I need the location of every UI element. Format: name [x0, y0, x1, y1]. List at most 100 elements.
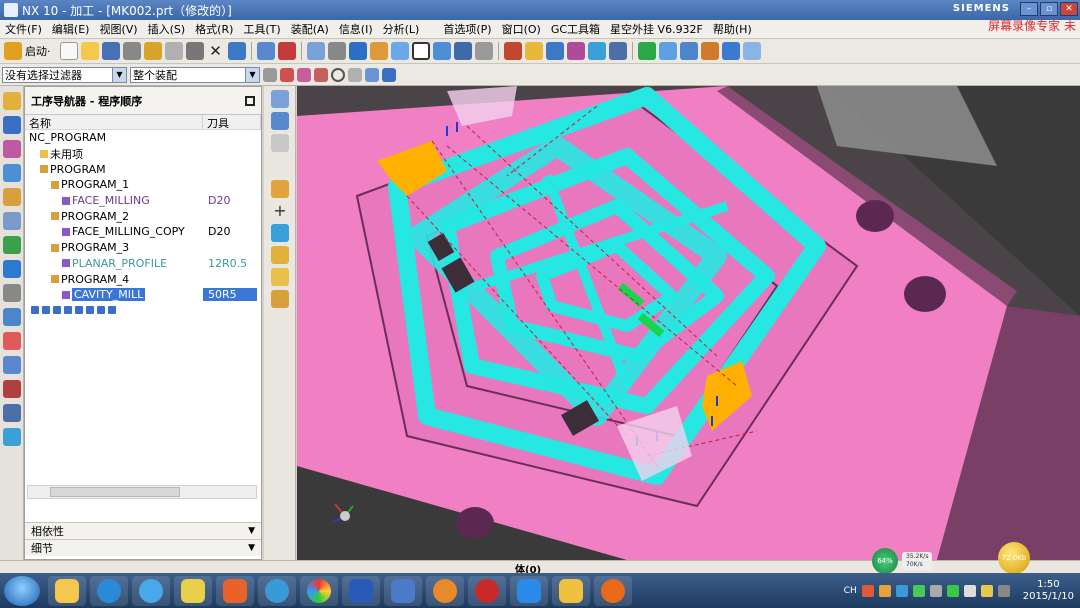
taskbar-app-word[interactable]: [342, 575, 380, 606]
simulate-icon[interactable]: [658, 42, 677, 60]
scrollbar-thumb[interactable]: [50, 487, 180, 497]
menu-edit[interactable]: 编辑(E): [47, 21, 95, 37]
tree-row[interactable]: FACE_MILLING D20: [25, 193, 261, 209]
mold-model[interactable]: [297, 86, 1080, 560]
quick-post-icon[interactable]: [86, 305, 94, 314]
touch-mode-icon[interactable]: [277, 42, 296, 60]
taskbar-app-folder[interactable]: [552, 575, 590, 606]
batch-icon[interactable]: [271, 290, 289, 308]
part-navigator-icon[interactable]: [3, 140, 21, 158]
midpoint-snap-icon[interactable]: [314, 67, 328, 82]
quick-generate-icon[interactable]: [42, 305, 50, 314]
wireframe-icon[interactable]: [411, 42, 430, 60]
column-name[interactable]: 名称: [25, 115, 203, 130]
taskbar-app-explorer[interactable]: [48, 575, 86, 606]
delete-icon[interactable]: ✕: [207, 42, 225, 60]
taskbar-app-colors[interactable]: [300, 575, 338, 606]
quick-tool-icon[interactable]: [97, 305, 105, 314]
taskbar-app-media[interactable]: [426, 575, 464, 606]
program-view-icon[interactable]: [271, 90, 289, 108]
face-snap-icon[interactable]: [365, 67, 379, 82]
network-meter[interactable]: 64%: [872, 548, 898, 574]
menu-insert[interactable]: 插入(S): [143, 21, 191, 37]
close-button[interactable]: ✕: [1060, 2, 1078, 16]
machine-tool-navigator-icon[interactable]: [3, 188, 21, 206]
tree-row[interactable]: PROGRAM_4: [25, 271, 261, 287]
cut-icon[interactable]: [143, 42, 162, 60]
tree-row[interactable]: PROGRAM_1: [25, 177, 261, 193]
create-tool-icon[interactable]: [524, 42, 543, 60]
quadrant-snap-icon[interactable]: [348, 67, 362, 82]
object-icon[interactable]: [271, 246, 289, 264]
menu-gc-toolbox[interactable]: GC工具箱: [546, 21, 605, 37]
horizontal-scrollbar[interactable]: [27, 485, 257, 499]
system-clock[interactable]: 1:50 2015/1/10: [1023, 579, 1074, 603]
menu-view[interactable]: 视图(V): [94, 21, 142, 37]
tray-app-icon[interactable]: [946, 584, 959, 597]
menu-info[interactable]: 信息(I): [334, 21, 378, 37]
tree-row[interactable]: FACE_MILLING_COPY D20: [25, 224, 261, 240]
copy-icon[interactable]: [164, 42, 183, 60]
menu-window[interactable]: 窗口(O): [497, 21, 546, 37]
create-geometry-icon[interactable]: [545, 42, 564, 60]
transform-icon[interactable]: [271, 224, 289, 242]
process-studio-icon[interactable]: [3, 332, 21, 350]
roles-icon[interactable]: [3, 356, 21, 374]
assembly-scope-dropdown[interactable]: 整个装配 ▼: [130, 66, 260, 83]
manufacturing-wizard-icon[interactable]: [3, 380, 21, 398]
tree-row[interactable]: PROGRAM: [25, 161, 261, 177]
start-icon[interactable]: [4, 42, 22, 60]
tree-row[interactable]: PROGRAM_2: [25, 208, 261, 224]
save-icon[interactable]: [101, 42, 120, 60]
undo-icon[interactable]: [227, 42, 246, 60]
taskbar-app-player[interactable]: [258, 575, 296, 606]
tree-row[interactable]: NC_PROGRAM: [25, 130, 261, 146]
taskbar-app-k[interactable]: [90, 575, 128, 606]
dependencies-panel[interactable]: 相依性 ▼: [25, 522, 261, 539]
volume-icon[interactable]: [997, 584, 1010, 597]
section-icon[interactable]: [474, 42, 493, 60]
tree-row[interactable]: PROGRAM_3: [25, 240, 261, 256]
tray-app-icon[interactable]: [929, 584, 942, 597]
system-scenes-icon[interactable]: [3, 404, 21, 422]
quick-replay-icon[interactable]: [53, 305, 61, 314]
endpoint-snap-icon[interactable]: [297, 67, 311, 82]
open-folder-icon[interactable]: [80, 42, 99, 60]
menu-format[interactable]: 格式(R): [190, 21, 238, 37]
output-cls-icon[interactable]: [721, 42, 740, 60]
ime-indicator[interactable]: CH: [844, 586, 857, 596]
center-snap-icon[interactable]: [331, 67, 345, 82]
tray-app-icon[interactable]: [878, 584, 891, 597]
details-panel[interactable]: 细节 ▼: [25, 539, 261, 556]
taskbar-app-nx[interactable]: [510, 575, 548, 606]
command-finder-icon[interactable]: [256, 42, 275, 60]
view-orient-icon[interactable]: [432, 42, 451, 60]
quick-verify-icon[interactable]: [75, 305, 83, 314]
shop-doc-icon[interactable]: [700, 42, 719, 60]
qq-icon[interactable]: [980, 584, 993, 597]
shaded-cube-icon[interactable]: [348, 42, 367, 60]
new-file-icon[interactable]: [59, 42, 78, 60]
generate-toolpath-icon[interactable]: [608, 42, 627, 60]
print-icon[interactable]: [122, 42, 141, 60]
machining-method-view-icon[interactable]: [271, 180, 289, 198]
menu-help[interactable]: 帮助(H): [708, 21, 757, 37]
postprocess-icon[interactable]: [679, 42, 698, 60]
create-operation-icon[interactable]: [587, 42, 606, 60]
snap-point-icon[interactable]: [280, 67, 294, 82]
quick-wrench-icon[interactable]: [108, 305, 116, 314]
taskbar-app-record[interactable]: [468, 575, 506, 606]
pan-icon[interactable]: [390, 42, 409, 60]
graphics-window[interactable]: [297, 86, 1080, 560]
assembly-navigator-icon[interactable]: [3, 92, 21, 110]
machine-tool-view-icon[interactable]: [271, 112, 289, 130]
menu-preferences[interactable]: 首选项(P): [438, 21, 496, 37]
fit-view-icon[interactable]: [306, 42, 325, 60]
zoom-icon[interactable]: [327, 42, 346, 60]
taskbar-app-browser[interactable]: [132, 575, 170, 606]
display-icon[interactable]: [271, 268, 289, 286]
add-icon[interactable]: +: [271, 202, 289, 220]
taskbar-app-bird[interactable]: [174, 575, 212, 606]
layer-icon[interactable]: [453, 42, 472, 60]
maximize-panel-icon[interactable]: [245, 96, 255, 106]
